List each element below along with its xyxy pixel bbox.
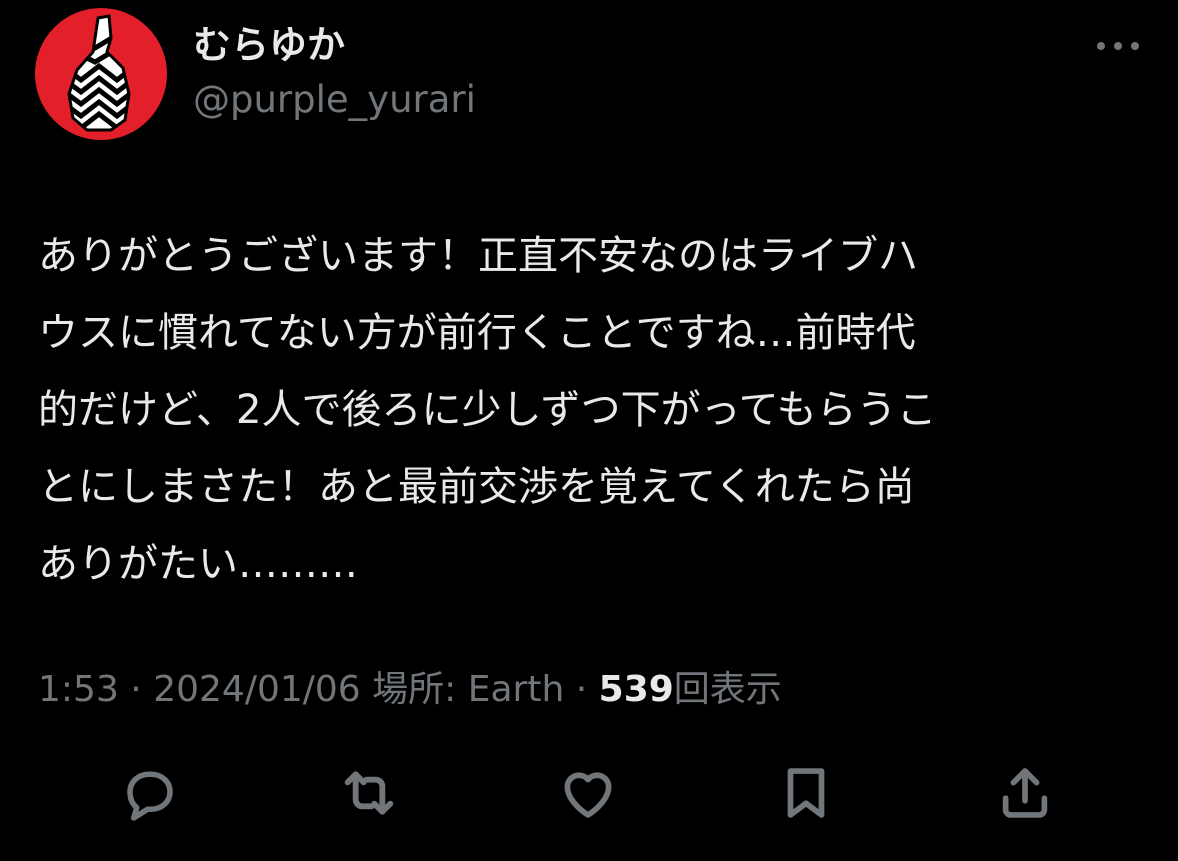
reply-button[interactable]: [115, 758, 185, 828]
tweet-text: ありがとうございます！正直不安なのはライブハ ウスに慣れてない方が前行くことです…: [38, 218, 1138, 603]
meta-separator: ·: [575, 669, 588, 710]
bottle-avatar-icon: [67, 14, 131, 132]
like-icon: [564, 772, 612, 818]
tweet-meta: 1:53 · 2024/01/06 場所: Earth · 539回表示: [38, 664, 782, 716]
reply-icon: [127, 771, 173, 821]
tweet-text-line: ウスに慣れてない方が前行くことですね…前時代: [38, 310, 916, 356]
bookmark-button[interactable]: [771, 758, 841, 828]
tweet-location: 場所: Earth: [372, 669, 565, 710]
retweet-button[interactable]: [334, 758, 404, 828]
meta-separator: ·: [130, 669, 142, 710]
tweet-date[interactable]: 2024/01/06: [153, 669, 361, 710]
tweet-time[interactable]: 1:53: [38, 669, 119, 710]
share-icon: [1002, 768, 1048, 818]
retweet-icon: [344, 771, 394, 815]
tweet-text-line: ありがたい………: [38, 541, 358, 587]
tweet-text-line: 的だけど、2人で後ろに少しずつ下がってもらうこ: [38, 387, 937, 433]
tweet-text-line: ありがとうございます！正直不安なのはライブハ: [38, 233, 918, 279]
like-button[interactable]: [553, 758, 623, 828]
share-button[interactable]: [990, 758, 1060, 828]
avatar[interactable]: [35, 8, 167, 140]
tweet-text-line: とにしまさた！あと最前交渉を覚えてくれたら尚: [38, 464, 915, 510]
display-name[interactable]: むらゆか: [193, 20, 345, 70]
views-count[interactable]: 539: [599, 669, 674, 710]
user-handle[interactable]: @purple_yurari: [193, 75, 476, 125]
views-label: 回表示: [673, 669, 782, 710]
bookmark-icon: [787, 768, 825, 818]
more-options-button[interactable]: [1088, 26, 1148, 66]
action-bar: [0, 758, 1178, 828]
more-dots-icon: [1097, 42, 1139, 50]
